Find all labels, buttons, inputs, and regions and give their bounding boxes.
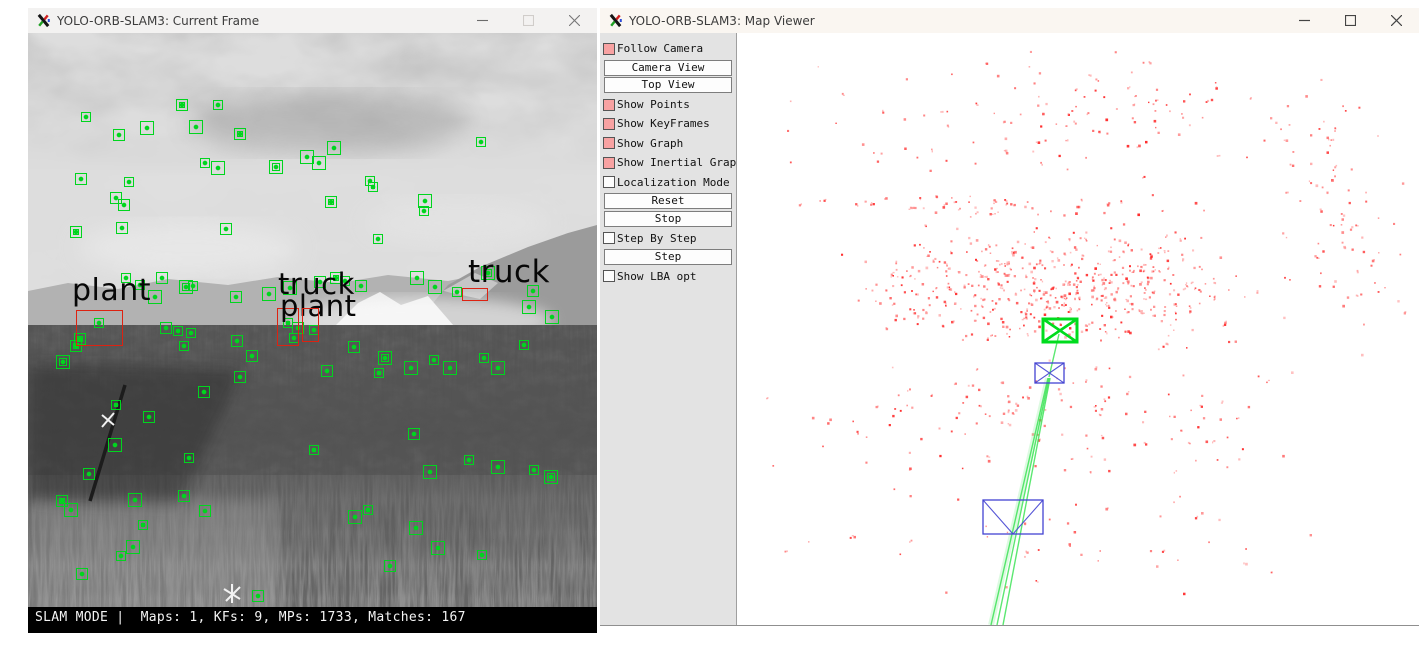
x11-logo-icon (36, 13, 51, 28)
window-title: YOLO-ORB-SLAM3: Map Viewer (629, 14, 815, 28)
top-view-button[interactable]: Top View (604, 77, 732, 93)
detection-box (76, 310, 123, 346)
show-keyframes-checkbox-row[interactable]: Show KeyFrames (600, 114, 736, 133)
detection-box (302, 308, 319, 342)
follow-camera-label: Follow Camera (617, 42, 703, 55)
maximize-button (505, 8, 551, 33)
map-viewer-titlebar[interactable]: YOLO-ORB-SLAM3: Map Viewer (600, 8, 1419, 33)
map-canvas (737, 33, 1418, 625)
show-inertial-graph-checkbox-row[interactable]: Show Inertial Graph (600, 153, 736, 172)
maximize-button[interactable] (1327, 8, 1373, 33)
close-button[interactable] (551, 8, 597, 33)
close-button[interactable] (1373, 8, 1419, 33)
minimize-button[interactable] (459, 8, 505, 33)
show-graph-checkbox-row[interactable]: Show Graph (600, 134, 736, 153)
follow-camera-checkbox[interactable] (603, 43, 615, 55)
window-title: YOLO-ORB-SLAM3: Current Frame (57, 14, 259, 28)
show-graph-checkbox[interactable] (603, 137, 615, 149)
localization-mode-label: Localization Mode (617, 176, 730, 189)
step-button[interactable]: Step (604, 249, 732, 265)
show-inertial-graph-label: Show Inertial Graph (617, 156, 743, 169)
localization-mode-checkbox-row[interactable]: Localization Mode (600, 172, 736, 191)
show-lba-opt-checkbox[interactable] (603, 270, 615, 282)
x11-logo-icon (608, 13, 623, 28)
show-lba-opt-checkbox-row[interactable]: Show LBA opt (600, 267, 736, 286)
show-points-checkbox-row[interactable]: Show Points (600, 95, 736, 114)
show-graph-label: Show Graph (617, 137, 683, 150)
step-by-step-checkbox[interactable] (603, 232, 615, 244)
step-by-step-label: Step By Step (617, 232, 696, 245)
detection-label: plant (72, 276, 151, 306)
reset-button[interactable]: Reset (604, 193, 732, 209)
camera-view-button[interactable]: Camera View (604, 60, 732, 76)
localization-mode-checkbox[interactable] (603, 176, 615, 188)
show-keyframes-label: Show KeyFrames (617, 117, 710, 130)
current-frame-titlebar[interactable]: YOLO-ORB-SLAM3: Current Frame (28, 8, 597, 33)
slam-status-bar: SLAM MODE | Maps: 1, KFs: 9, MPs: 1733, … (28, 607, 597, 633)
current-frame-window: YOLO-ORB-SLAM3: Current Frame (28, 8, 597, 633)
yolo-detection-layer: planttruckplanttruck (28, 33, 597, 633)
show-keyframes-checkbox[interactable] (603, 118, 615, 130)
show-points-label: Show Points (617, 98, 690, 111)
show-points-checkbox[interactable] (603, 99, 615, 111)
map-viewer-window: YOLO-ORB-SLAM3: Map Viewer Follow Camera… (600, 8, 1419, 626)
map-viewport[interactable] (737, 33, 1419, 625)
show-inertial-graph-checkbox[interactable] (603, 157, 615, 169)
step-by-step-checkbox-row[interactable]: Step By Step (600, 228, 736, 247)
minimize-button[interactable] (1281, 8, 1327, 33)
pangolin-control-panel: Follow Camera Camera ViewTop View Show Poi… (600, 33, 737, 625)
follow-camera-checkbox-row[interactable]: Follow Camera (600, 39, 736, 58)
stop-button[interactable]: Stop (604, 211, 732, 227)
camera-frame-view: planttruckplanttruck SLAM MODE | Maps: 1… (28, 33, 597, 633)
detection-label: truck (468, 257, 550, 288)
show-lba-opt-label: Show LBA opt (617, 270, 696, 283)
detection-box (462, 288, 488, 301)
